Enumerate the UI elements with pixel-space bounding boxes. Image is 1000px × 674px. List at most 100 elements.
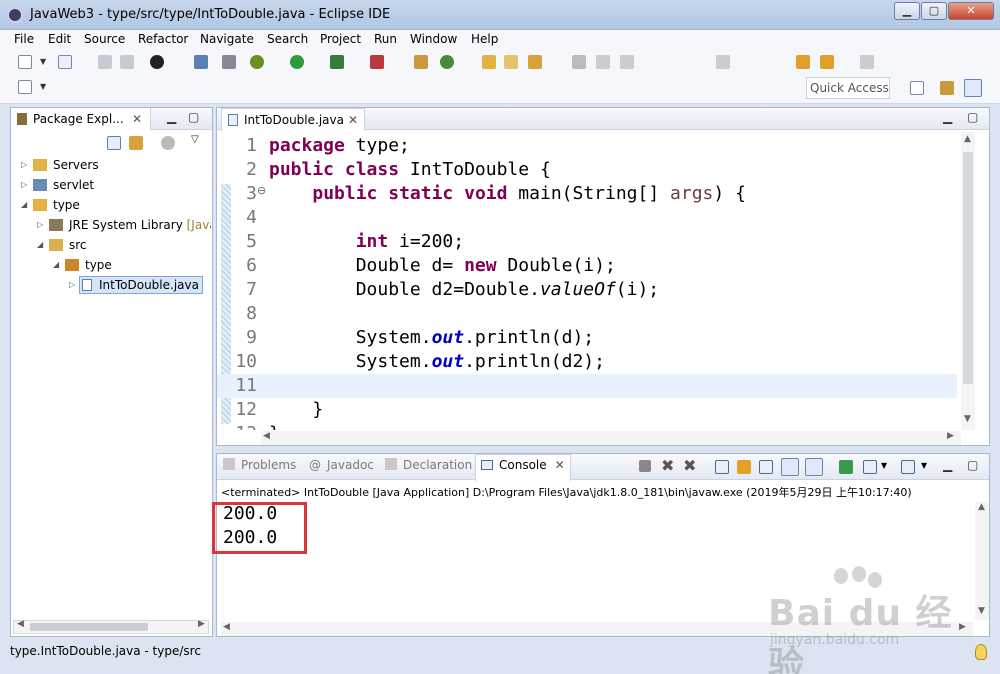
code-line[interactable]: 11	[217, 374, 957, 398]
menu-source[interactable]: Source	[84, 32, 125, 46]
close-icon[interactable]: ✕	[555, 458, 565, 472]
tree-item-type-project[interactable]: ◢ type	[21, 196, 211, 214]
tree-item-servlet[interactable]: ▷ servlet	[21, 176, 211, 194]
terminate-icon[interactable]	[639, 460, 651, 472]
quick-access-field[interactable]: Quick Access	[806, 77, 890, 99]
chevron-down-icon[interactable]: ◢	[53, 256, 59, 274]
word-wrap-icon[interactable]	[759, 460, 773, 474]
menu-edit[interactable]: Edit	[48, 32, 71, 46]
profile-icon[interactable]	[150, 55, 164, 69]
open-folder-icon[interactable]	[504, 55, 518, 69]
code-line[interactable]: 8	[217, 302, 957, 326]
chevron-down-icon[interactable]: ▼	[40, 82, 46, 91]
back-icon[interactable]	[796, 55, 810, 69]
skip-breakpoints-icon[interactable]	[222, 55, 236, 69]
console-icon[interactable]	[194, 55, 208, 69]
code-line[interactable]: 1 package type;	[217, 134, 957, 158]
code-line[interactable]: 2 public class IntToDouble {	[217, 158, 957, 182]
scroll-down-icon[interactable]: ▼	[964, 414, 971, 424]
forward-icon[interactable]	[860, 55, 874, 69]
scroll-down-icon[interactable]: ▼	[978, 606, 985, 616]
horizontal-scrollbar[interactable]: ◀ ▶	[261, 431, 961, 445]
minimize-icon[interactable]: ▁	[943, 110, 952, 124]
scroll-right-icon[interactable]: ▶	[947, 431, 954, 441]
collapse-all-icon[interactable]	[107, 136, 121, 150]
tab-inttodouble-java[interactable]: IntToDouble.java ✕	[221, 108, 365, 131]
scroll-left-icon[interactable]: ◀	[17, 619, 24, 629]
new-icon[interactable]	[18, 55, 32, 69]
scroll-lock-icon[interactable]	[737, 460, 751, 474]
coverage-icon[interactable]	[330, 55, 344, 69]
minimize-icon[interactable]: ▁	[167, 110, 176, 124]
close-icon[interactable]: ✕	[132, 108, 142, 130]
tab-problems[interactable]: Problems	[223, 458, 296, 472]
new-package-icon[interactable]	[58, 55, 72, 69]
remove-launch-icon[interactable]: ✖	[661, 456, 674, 475]
code-line[interactable]: 3 public static void main(String[] args)…	[217, 182, 957, 206]
show-on-error-icon[interactable]	[805, 458, 823, 476]
menu-search[interactable]: Search	[267, 32, 308, 46]
scrollbar-thumb[interactable]	[30, 623, 148, 631]
tab-declaration[interactable]: Declaration	[385, 458, 472, 472]
chevron-down-icon[interactable]: ▼	[40, 57, 46, 66]
vertical-scrollbar[interactable]: ▲ ▼	[961, 132, 975, 430]
menu-file[interactable]: File	[14, 32, 34, 46]
chevron-down-icon[interactable]: ▼	[881, 461, 887, 470]
menu-refactor[interactable]: Refactor	[138, 32, 188, 46]
chevron-down-icon[interactable]: ◢	[37, 236, 43, 254]
maximize-icon[interactable]: ▢	[967, 458, 978, 472]
pin-console-icon[interactable]	[839, 460, 853, 474]
close-button[interactable]: ✕	[948, 2, 994, 20]
view-menu-icon[interactable]: ▽	[191, 134, 199, 145]
scroll-left-icon[interactable]: ◀	[223, 622, 230, 632]
run-icon[interactable]	[290, 55, 304, 69]
menu-help[interactable]: Help	[471, 32, 498, 46]
link-editor-icon[interactable]	[129, 136, 143, 150]
open-perspective-icon[interactable]	[910, 81, 924, 95]
scroll-up-icon[interactable]: ▲	[964, 134, 971, 144]
maximize-icon[interactable]: ▢	[967, 110, 978, 124]
new-file-icon[interactable]	[18, 80, 32, 94]
scroll-left-icon[interactable]: ◀	[263, 431, 270, 441]
chevron-down-icon[interactable]: ▼	[921, 461, 927, 470]
display-console-icon[interactable]	[863, 460, 877, 474]
maximize-button[interactable]: ▢	[921, 2, 947, 20]
highlight-icon[interactable]	[620, 55, 634, 69]
code-line[interactable]: 12 }	[217, 398, 957, 422]
save-all-icon[interactable]	[120, 55, 134, 69]
chevron-right-icon[interactable]: ▷	[21, 176, 27, 194]
code-line[interactable]: 10 System.out.println(d2);	[217, 350, 957, 374]
fold-icon[interactable]: ⊖	[257, 184, 266, 197]
horizontal-scrollbar[interactable]: ◀ ▶	[221, 622, 973, 636]
scroll-up-icon[interactable]: ▲	[978, 502, 985, 512]
menu-run[interactable]: Run	[374, 32, 397, 46]
chevron-down-icon[interactable]: ◢	[21, 196, 27, 214]
tree-item-inttodouble[interactable]: ▷ IntToDouble.java	[69, 276, 203, 294]
scroll-right-icon[interactable]: ▶	[198, 619, 205, 629]
minimize-button[interactable]: ▁	[894, 2, 920, 20]
next-annotation-icon[interactable]	[716, 55, 730, 69]
java-perspective-icon[interactable]	[964, 79, 982, 97]
code-line[interactable]: 5 int i=200;	[217, 230, 957, 254]
new-class-icon[interactable]	[440, 55, 454, 69]
maximize-icon[interactable]: ▢	[188, 110, 199, 124]
code-line[interactable]: 6 Double d= new Double(i);	[217, 254, 957, 278]
filters-icon[interactable]	[161, 136, 175, 150]
code-line[interactable]: 4	[217, 206, 957, 230]
java-ee-perspective-icon[interactable]	[940, 81, 954, 95]
code-area[interactable]: 1 package type; 2 public class IntToDouble …	[217, 134, 957, 430]
chevron-right-icon[interactable]: ▷	[21, 156, 27, 174]
chevron-right-icon[interactable]: ▷	[69, 276, 75, 294]
vertical-scrollbar[interactable]: ▲ ▼	[975, 502, 989, 620]
annotation-icon[interactable]	[596, 55, 610, 69]
chevron-right-icon[interactable]: ▷	[37, 216, 43, 234]
code-line[interactable]: 7 Double d2=Double.valueOf(i);	[217, 278, 957, 302]
minimize-icon[interactable]: ▁	[943, 458, 952, 472]
horizontal-scrollbar[interactable]: ◀ ▶	[13, 619, 209, 634]
tree-item-jre-library[interactable]: ▷ JRE System Library [Java	[37, 216, 211, 234]
scroll-right-icon[interactable]: ▶	[959, 622, 966, 632]
show-on-output-icon[interactable]	[781, 458, 799, 476]
clear-console-icon[interactable]	[715, 460, 729, 474]
tree-item-src[interactable]: ◢ src	[37, 236, 211, 254]
open-console-icon[interactable]	[901, 460, 915, 474]
